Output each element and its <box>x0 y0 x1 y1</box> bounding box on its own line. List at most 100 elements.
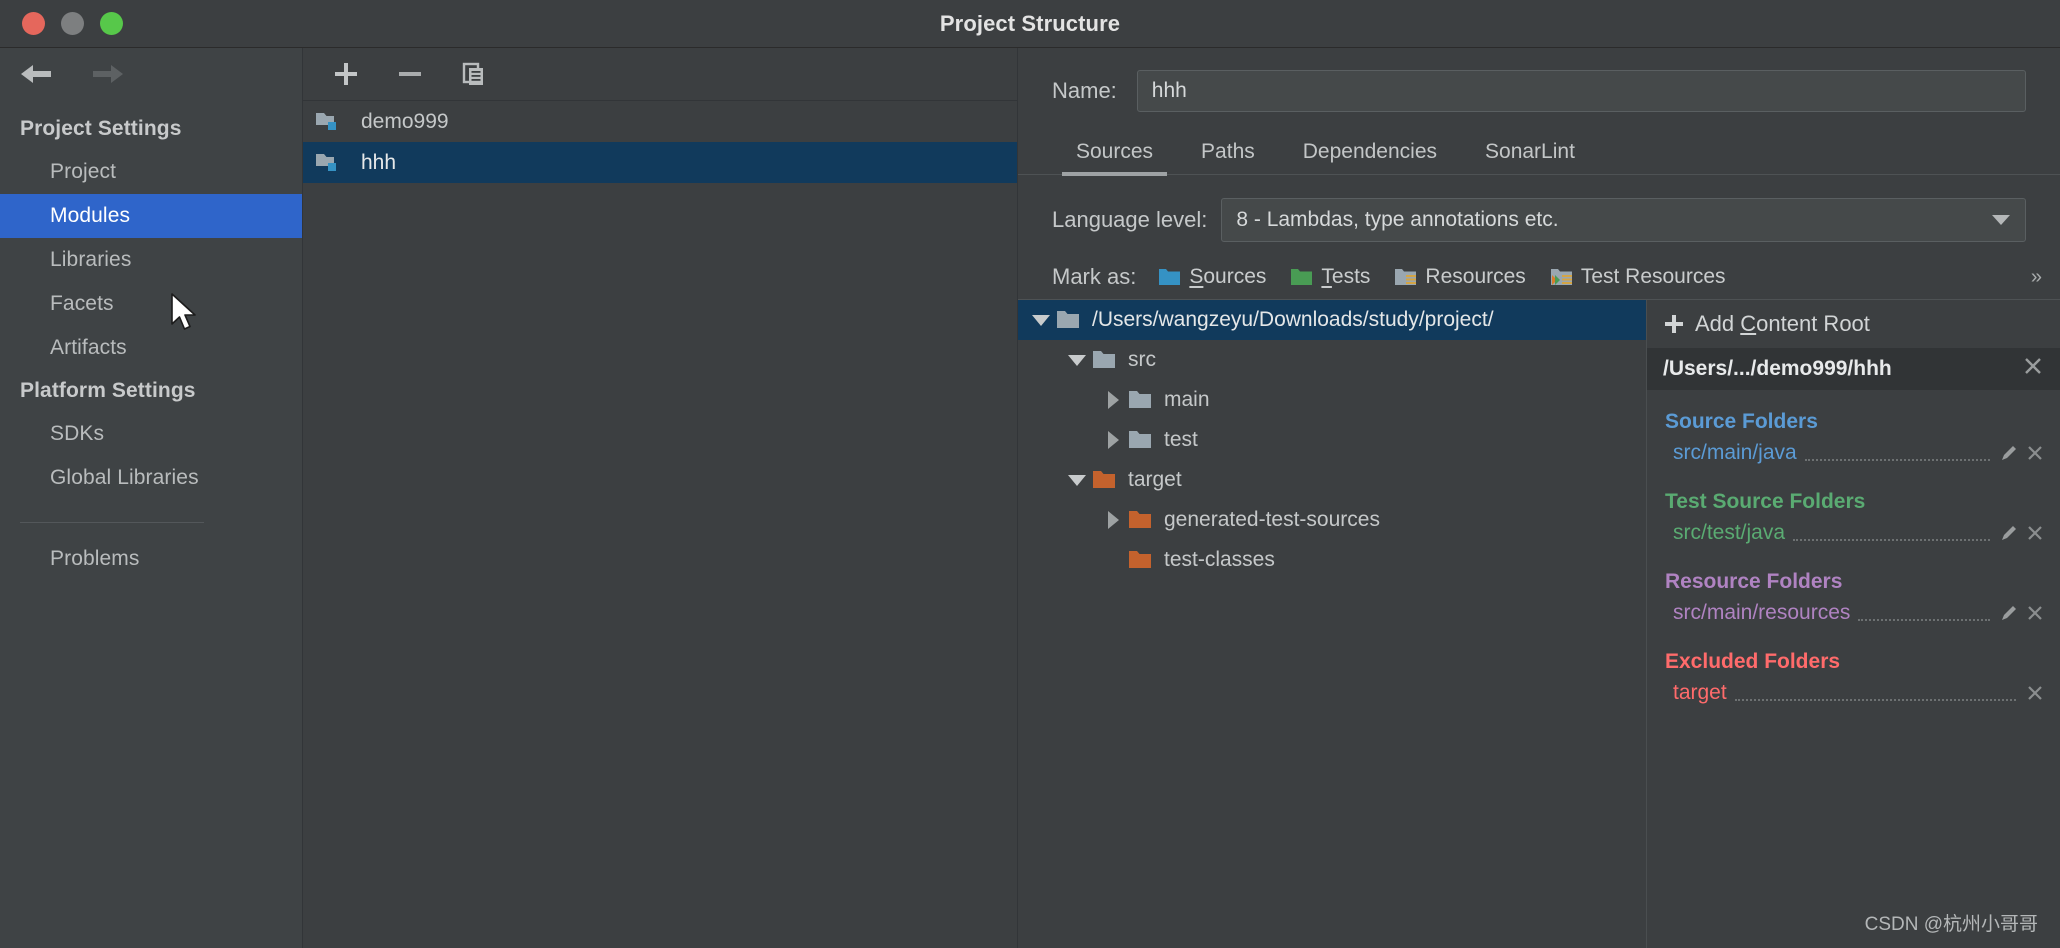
remove-icon[interactable] <box>2024 602 2046 624</box>
tree-row[interactable]: /Users/wangzeyu/Downloads/study/project/ <box>1018 300 1646 340</box>
plus-icon <box>1665 315 1683 333</box>
copy-icon[interactable] <box>453 55 495 93</box>
language-level-label: Language level: <box>1052 207 1208 232</box>
sidebar-item-sdks[interactable]: SDKs <box>0 412 302 456</box>
resource-folder-row[interactable]: src/main/resources <box>1647 596 2060 630</box>
tree-row[interactable]: test <box>1018 420 1646 460</box>
settings-sidebar: Project Settings Project Modules Librari… <box>0 48 303 948</box>
close-window-button[interactable] <box>22 12 45 35</box>
sidebar-group-platform-settings: Platform Settings <box>20 379 196 402</box>
tab-paths[interactable]: Paths <box>1177 134 1279 174</box>
mark-as-label: Mark as: <box>1052 264 1137 289</box>
content-split: /Users/wangzeyu/Downloads/study/project/… <box>1018 299 2060 948</box>
source-folder-path: src/main/java <box>1673 441 1797 464</box>
tree-row[interactable]: main <box>1018 380 1646 420</box>
content-root-header[interactable]: /Users/.../demo999/hhh <box>1647 348 2060 390</box>
twisty-right-icon[interactable] <box>1098 391 1128 409</box>
tree-row[interactable]: target <box>1018 460 1646 500</box>
sidebar-item-modules[interactable]: Modules <box>0 194 302 238</box>
project-structure-window: Project Structure Project Settings Proje… <box>0 0 2060 948</box>
language-level-row: Language level: 8 - Lambdas, type annota… <box>1018 189 2060 251</box>
modules-toolbar <box>303 48 1017 101</box>
module-name-input[interactable] <box>1136 70 2026 112</box>
module-name: hhh <box>361 150 397 174</box>
edit-icon[interactable] <box>1998 602 2020 624</box>
window-controls <box>0 12 123 35</box>
edit-icon[interactable] <box>1998 522 2020 544</box>
source-folders-title: Source Folders <box>1665 410 1818 433</box>
mark-as-sources-button[interactable]: Sources <box>1158 265 1266 289</box>
resource-folder-path: src/main/resources <box>1673 601 1851 624</box>
maximize-window-button[interactable] <box>100 12 123 35</box>
folder-tests-icon <box>1291 269 1313 285</box>
chevron-down-icon <box>1992 215 2010 225</box>
excluded-folders-title: Excluded Folders <box>1665 650 1841 673</box>
mark-as-tests-button[interactable]: Tests <box>1290 265 1370 289</box>
twisty-down-icon[interactable] <box>1026 314 1056 326</box>
twisty-right-icon[interactable] <box>1098 511 1128 529</box>
twisty-down-icon[interactable] <box>1062 354 1092 366</box>
folder-excluded-icon <box>1129 551 1151 568</box>
plus-icon[interactable] <box>325 55 367 93</box>
twisty-right-icon[interactable] <box>1098 431 1128 449</box>
sidebar-item-facets[interactable]: Facets <box>0 282 302 326</box>
tree-row-label: main <box>1164 388 1210 411</box>
module-detail-pane: Name: Sources Paths Dependencies SonarLi… <box>1018 48 2060 948</box>
module-name: demo999 <box>361 109 449 133</box>
tree-row[interactable]: src <box>1018 340 1646 380</box>
mark-as-tests-label: Tests <box>1321 265 1371 288</box>
mark-as-overflow-button[interactable]: » <box>2031 266 2048 289</box>
remove-icon[interactable] <box>2024 522 2046 544</box>
mark-as-test-resources-label: Test Resources <box>1580 265 1726 288</box>
sidebar-item-problems[interactable]: Problems <box>0 537 302 581</box>
add-content-root-button[interactable]: Add Content Root <box>1647 300 2060 348</box>
navigation-arrows <box>0 48 302 100</box>
folder-icon <box>1093 351 1115 368</box>
close-icon[interactable] <box>2022 355 2044 383</box>
mark-as-resources-label: Resources <box>1425 265 1526 288</box>
module-folder-icon <box>316 153 336 171</box>
tree-row-label: target <box>1128 468 1182 491</box>
sidebar-item-artifacts[interactable]: Artifacts <box>0 326 302 370</box>
add-content-root-label: Add Content Root <box>1695 311 1870 336</box>
mark-as-row: Mark as: Sources Tests Resources Test Re… <box>1018 255 2060 299</box>
folder-sources-icon <box>1159 269 1181 285</box>
sidebar-item-global-libraries[interactable]: Global Libraries <box>0 456 302 500</box>
tree-row[interactable]: test-classes <box>1018 540 1646 580</box>
sidebar-divider <box>20 522 204 523</box>
excluded-folder-row[interactable]: target <box>1647 676 2060 710</box>
twisty-down-icon[interactable] <box>1062 474 1092 486</box>
module-list-item-demo999[interactable]: demo999 <box>303 101 1017 142</box>
module-list-item-hhh[interactable]: hhh <box>303 142 1017 183</box>
tab-sources[interactable]: Sources <box>1052 134 1177 176</box>
sidebar-item-libraries[interactable]: Libraries <box>0 238 302 282</box>
folder-icon <box>1057 311 1079 328</box>
content-roots-panel: Add Content Root /Users/.../demo999/hhh … <box>1646 300 2060 948</box>
edit-icon[interactable] <box>1998 442 2020 464</box>
dotted-leader <box>1734 685 2016 701</box>
source-folder-row[interactable]: src/main/java <box>1647 436 2060 470</box>
dotted-leader <box>1804 445 1990 461</box>
remove-icon[interactable] <box>2024 682 2046 704</box>
mark-as-resources-button[interactable]: Resources <box>1394 265 1526 289</box>
tab-sonarlint[interactable]: SonarLint <box>1461 134 1599 174</box>
tab-dependencies[interactable]: Dependencies <box>1279 134 1461 174</box>
mark-as-sources-label: Sources <box>1189 265 1267 288</box>
content-root-tree: /Users/wangzeyu/Downloads/study/project/… <box>1018 300 1646 948</box>
tree-row[interactable]: generated-test-sources <box>1018 500 1646 540</box>
resource-folders-title: Resource Folders <box>1665 570 1843 593</box>
mark-as-test-resources-button[interactable]: Test Resources <box>1550 265 1726 289</box>
forward-icon[interactable] <box>90 59 126 89</box>
remove-icon[interactable] <box>2024 442 2046 464</box>
tree-row-label: test <box>1164 428 1198 451</box>
minimize-window-button[interactable] <box>61 12 84 35</box>
detail-tabs: Sources Paths Dependencies SonarLint <box>1018 134 2060 176</box>
tree-row-label: /Users/wangzeyu/Downloads/study/project/ <box>1092 308 1494 331</box>
test-source-folder-row[interactable]: src/test/java <box>1647 516 2060 550</box>
back-icon[interactable] <box>18 59 54 89</box>
minus-icon[interactable] <box>389 55 431 93</box>
sidebar-item-project[interactable]: Project <box>0 150 302 194</box>
language-level-dropdown[interactable]: 8 - Lambdas, type annotations etc. <box>1221 198 2026 242</box>
module-name-row: Name: <box>1018 48 2060 112</box>
tree-row-label: generated-test-sources <box>1164 508 1380 531</box>
